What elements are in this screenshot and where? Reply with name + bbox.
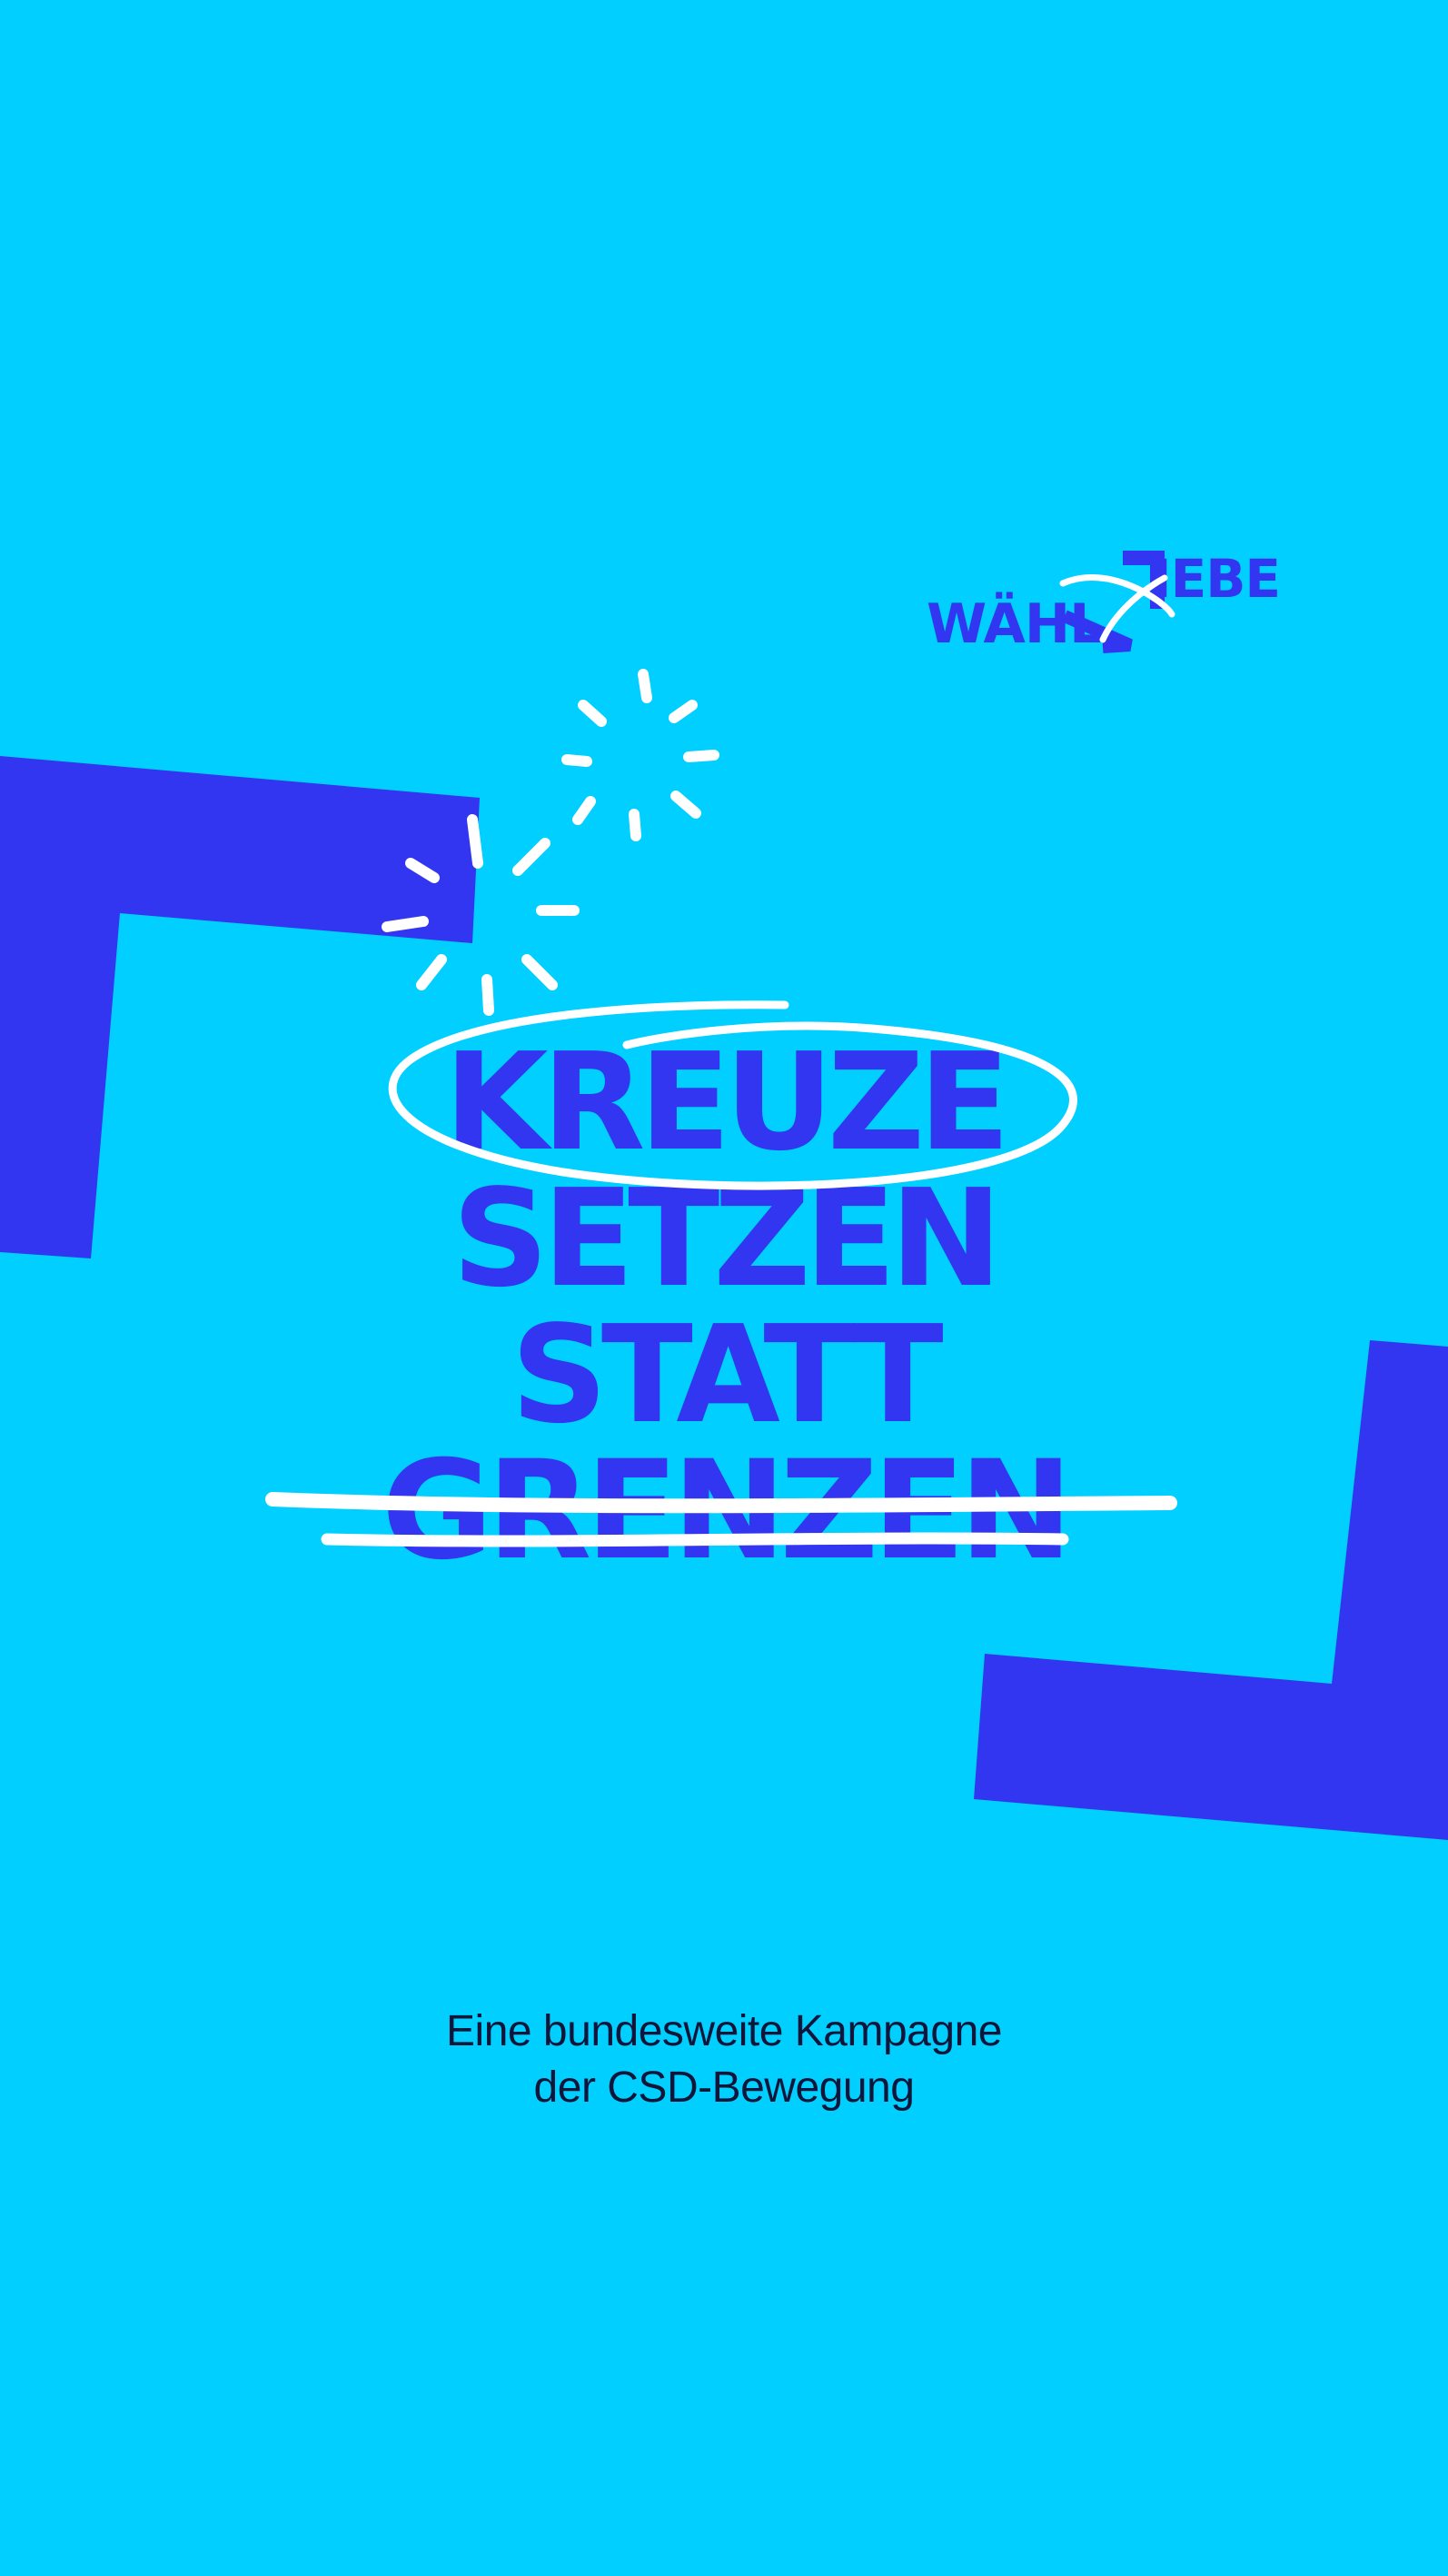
headline-line-grenzen: GRENZEN: [381, 1432, 1073, 1590]
headline-line-setzen: SETZEN: [451, 1160, 1003, 1317]
wahl-liebe-logo: WÄHL IEBE: [917, 545, 1317, 663]
campaign-poster: WÄHL IEBE KREUZE SETZEN STATT GRENZEN Ei…: [0, 0, 1448, 2576]
headline: KREUZE SETZEN STATT GRENZEN: [0, 1034, 1448, 1579]
headline-line-statt: STATT: [511, 1297, 943, 1453]
subline-line-1: Eine bundesweite Kampagne: [446, 2007, 1002, 2055]
campaign-subline: Eine bundesweite Kampagne der CSD-Bewegu…: [0, 2004, 1448, 2116]
subline-line-2: der CSD-Bewegung: [533, 2064, 915, 2112]
sparkle-icon-upper: [561, 669, 719, 841]
headline-line-kreuze: KREUZE: [443, 1024, 1010, 1180]
logo-cross-icon: [1059, 551, 1175, 653]
logo-l-mark-lower: [1062, 610, 1133, 653]
